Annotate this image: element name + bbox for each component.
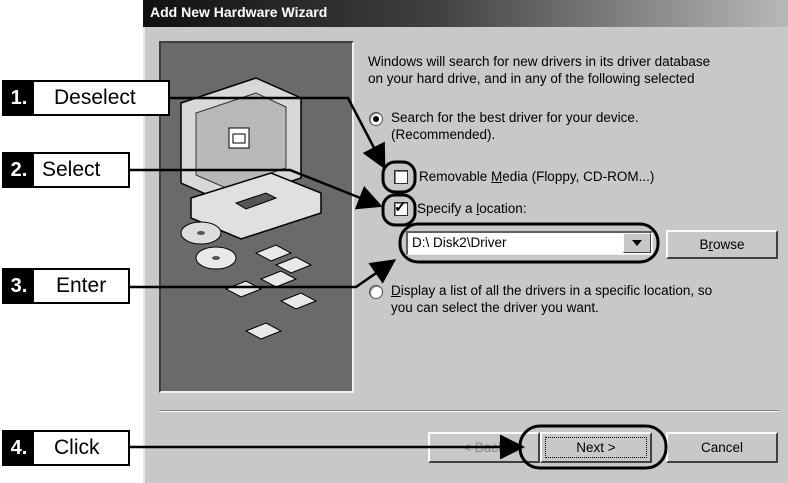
- callout-label: Select: [42, 158, 101, 181]
- callout-number: 4.: [4, 432, 34, 464]
- annotation-overlay: [128, 96, 668, 470]
- callout-deselect: 1. Deselect: [2, 80, 170, 116]
- callout-number: 1.: [4, 82, 34, 114]
- callout-select: 2. Select: [2, 152, 130, 188]
- callout-number: 3.: [4, 270, 34, 302]
- callout-label: Deselect: [54, 86, 136, 109]
- callout-enter: 3. Enter: [2, 268, 130, 304]
- callout-click: 4. Click: [2, 430, 130, 466]
- callout-label: Enter: [56, 274, 107, 297]
- callout-number: 2.: [4, 154, 34, 186]
- callout-label: Click: [54, 436, 100, 459]
